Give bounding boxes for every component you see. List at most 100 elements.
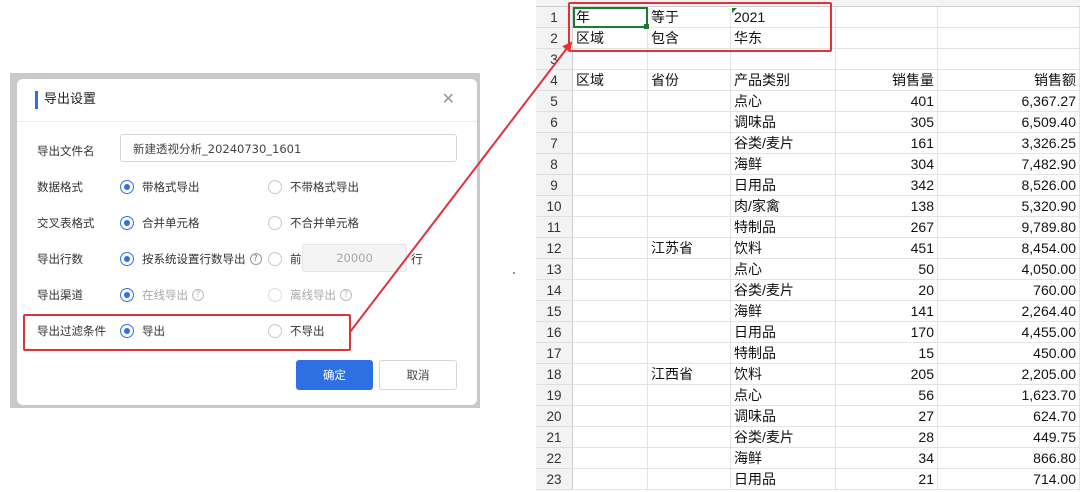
option-offline-export[interactable]: 离线导出 ?	[268, 287, 352, 303]
cell-a[interactable]	[573, 469, 648, 490]
row-header[interactable]: 18	[536, 364, 573, 385]
cell-d[interactable]: 138	[836, 196, 938, 217]
cell-a[interactable]	[573, 49, 648, 70]
row-header[interactable]: 11	[536, 217, 573, 238]
cell-e[interactable]: 6,367.27	[938, 91, 1080, 112]
radio-unselected-icon[interactable]	[268, 252, 282, 266]
cell-a[interactable]	[573, 112, 648, 133]
cell-c[interactable]: 海鲜	[731, 154, 836, 175]
cell-e[interactable]: 450.00	[938, 343, 1080, 364]
cell-a[interactable]	[573, 238, 648, 259]
cell-b[interactable]	[648, 49, 731, 70]
cell-d[interactable]: 15	[836, 343, 938, 364]
cell-c[interactable]: 海鲜	[731, 301, 836, 322]
cell-d[interactable]: 304	[836, 154, 938, 175]
radio-selected-icon[interactable]	[120, 216, 134, 230]
cell-b[interactable]: 江西省	[648, 364, 731, 385]
filename-input[interactable]: 新建透视分析_20240730_1601	[120, 134, 457, 162]
cell-e[interactable]: 8,454.00	[938, 238, 1080, 259]
cell-c[interactable]: 2021	[731, 7, 836, 28]
row-header[interactable]: 15	[536, 301, 573, 322]
cell-a[interactable]	[573, 280, 648, 301]
row-header[interactable]: 21	[536, 427, 573, 448]
cell-c[interactable]: 日用品	[731, 469, 836, 490]
cell-c[interactable]: 特制品	[731, 343, 836, 364]
cell-b[interactable]	[648, 301, 731, 322]
cell-b[interactable]: 省份	[648, 70, 731, 91]
cell-d[interactable]: 342	[836, 175, 938, 196]
cell-e[interactable]: 2,264.40	[938, 301, 1080, 322]
cell-b[interactable]: 包含	[648, 28, 731, 49]
cell-a[interactable]	[573, 175, 648, 196]
row-header[interactable]: 23	[536, 469, 573, 490]
cell-c[interactable]: 点心	[731, 385, 836, 406]
help-icon[interactable]: ?	[249, 253, 262, 265]
cell-a[interactable]	[573, 259, 648, 280]
cell-c[interactable]: 调味品	[731, 112, 836, 133]
option-merge-cells[interactable]: 合并单元格	[120, 215, 200, 231]
cell-b[interactable]	[648, 385, 731, 406]
cell-d[interactable]: 34	[836, 448, 938, 469]
row-header[interactable]: 8	[536, 154, 573, 175]
cell-d[interactable]: 50	[836, 259, 938, 280]
cell-a[interactable]	[573, 385, 648, 406]
cell-a[interactable]	[573, 322, 648, 343]
cell-e[interactable]: 4,050.00	[938, 259, 1080, 280]
close-icon[interactable]: ✕	[442, 89, 455, 109]
cell-e[interactable]: 5,320.90	[938, 196, 1080, 217]
cell-c[interactable]: 饮料	[731, 364, 836, 385]
cell-e[interactable]: 2,205.00	[938, 364, 1080, 385]
cell-c[interactable]: 调味品	[731, 406, 836, 427]
cell-d[interactable]: 170	[836, 322, 938, 343]
cell-d[interactable]: 451	[836, 238, 938, 259]
cell-d[interactable]: 27	[836, 406, 938, 427]
cell-e[interactable]: 销售额	[938, 70, 1080, 91]
row-header[interactable]: 20	[536, 406, 573, 427]
cell-c[interactable]: 海鲜	[731, 448, 836, 469]
help-icon[interactable]: ?	[192, 289, 204, 301]
cell-b[interactable]	[648, 175, 731, 196]
row-header[interactable]: 2	[536, 28, 573, 49]
cell-a[interactable]	[573, 406, 648, 427]
cell-b[interactable]	[648, 217, 731, 238]
cell-c[interactable]: 日用品	[731, 175, 836, 196]
radio-unselected-icon[interactable]	[268, 324, 282, 338]
option-online-export[interactable]: 在线导出 ?	[120, 287, 204, 303]
cell-b[interactable]	[648, 406, 731, 427]
fill-handle[interactable]	[644, 24, 649, 29]
cell-c[interactable]	[731, 49, 836, 70]
option-export-filter[interactable]: 导出	[120, 323, 165, 339]
radio-unselected-icon[interactable]	[268, 216, 282, 230]
cell-a[interactable]	[573, 364, 648, 385]
cell-d[interactable]: 销售量	[836, 70, 938, 91]
option-no-merge-cells[interactable]: 不合并单元格	[268, 215, 359, 231]
cell-c[interactable]: 肉/家禽	[731, 196, 836, 217]
cell-a[interactable]	[573, 133, 648, 154]
cell-e[interactable]	[938, 49, 1080, 70]
cell-c[interactable]: 日用品	[731, 322, 836, 343]
cell-d[interactable]: 401	[836, 91, 938, 112]
cell-b[interactable]	[648, 280, 731, 301]
cell-e[interactable]: 8,526.00	[938, 175, 1080, 196]
help-icon[interactable]: ?	[340, 289, 352, 301]
cell-b[interactable]	[648, 343, 731, 364]
cell-b[interactable]	[648, 154, 731, 175]
cell-d[interactable]	[836, 7, 938, 28]
row-header[interactable]: 4	[536, 70, 573, 91]
cell-b[interactable]	[648, 196, 731, 217]
option-system-row-count[interactable]: 按系统设置行数导出 ?	[120, 251, 262, 267]
cell-b[interactable]	[648, 322, 731, 343]
cell-c[interactable]: 谷类/麦片	[731, 427, 836, 448]
cell-e[interactable]: 4,455.00	[938, 322, 1080, 343]
cell-a[interactable]	[573, 196, 648, 217]
cell-e[interactable]: 6,509.40	[938, 112, 1080, 133]
radio-selected-icon[interactable]	[120, 324, 134, 338]
cell-d[interactable]: 28	[836, 427, 938, 448]
cell-a[interactable]	[573, 343, 648, 364]
cell-d[interactable]: 141	[836, 301, 938, 322]
cell-d[interactable]: 267	[836, 217, 938, 238]
cell-e[interactable]	[938, 28, 1080, 49]
confirm-button[interactable]: 确定	[296, 360, 373, 390]
cell-b[interactable]	[648, 427, 731, 448]
row-header[interactable]: 19	[536, 385, 573, 406]
